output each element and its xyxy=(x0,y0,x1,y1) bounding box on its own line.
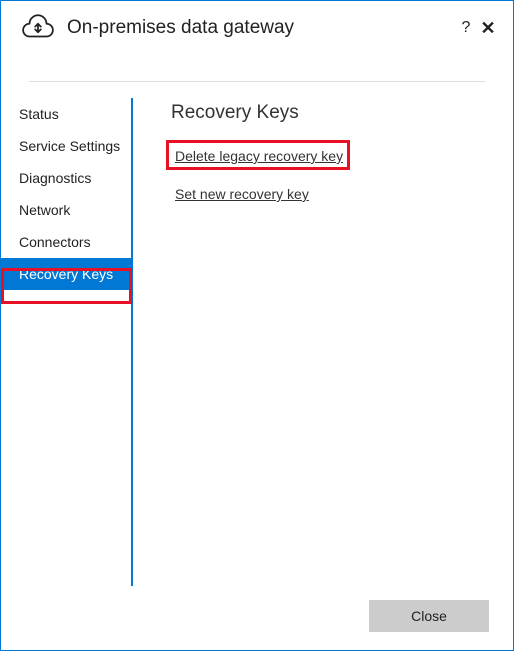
sidebar-item-network[interactable]: Network xyxy=(1,194,131,226)
sidebar: Status Service Settings Diagnostics Netw… xyxy=(1,90,133,590)
sidebar-item-recovery-keys[interactable]: Recovery Keys xyxy=(1,258,131,290)
sidebar-item-status[interactable]: Status xyxy=(1,98,131,130)
footer: Close xyxy=(1,590,513,650)
divider xyxy=(29,81,485,82)
set-new-recovery-key-link[interactable]: Set new recovery key xyxy=(171,184,313,204)
close-button[interactable]: Close xyxy=(369,600,489,632)
sidebar-item-connectors[interactable]: Connectors xyxy=(1,226,131,258)
cloud-gateway-icon xyxy=(21,11,55,45)
close-icon[interactable]: ✕ xyxy=(477,18,499,39)
app-title: On-premises data gateway xyxy=(67,17,455,39)
section-title: Recovery Keys xyxy=(171,102,489,124)
sidebar-item-service-settings[interactable]: Service Settings xyxy=(1,130,131,162)
help-icon[interactable]: ? xyxy=(455,19,477,37)
link-row-set-new: Set new recovery key xyxy=(171,184,489,222)
sidebar-item-diagnostics[interactable]: Diagnostics xyxy=(1,162,131,194)
delete-legacy-recovery-key-link[interactable]: Delete legacy recovery key xyxy=(171,146,347,166)
body: Status Service Settings Diagnostics Netw… xyxy=(1,90,513,590)
link-row-delete-legacy: Delete legacy recovery key xyxy=(171,146,489,184)
titlebar: On-premises data gateway ? ✕ xyxy=(1,1,513,51)
content-panel: Recovery Keys Delete legacy recovery key… xyxy=(133,90,513,590)
